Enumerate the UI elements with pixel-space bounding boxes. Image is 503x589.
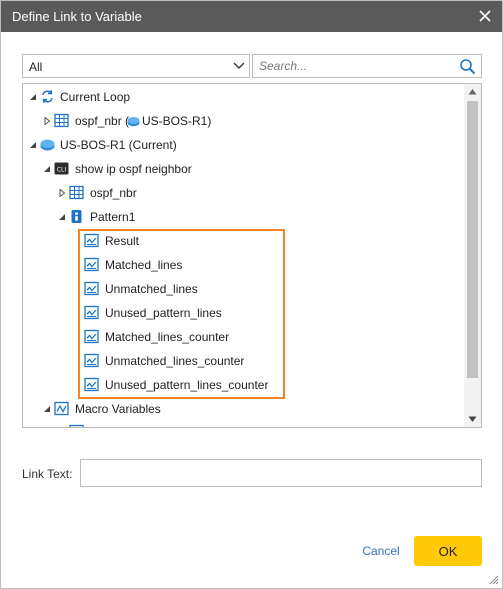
variable-tree[interactable]: Current Loop ospf_nbr ( US-BOS-R1) US-BO xyxy=(22,83,482,428)
collapse-arrow-icon[interactable] xyxy=(29,141,37,149)
tree-node-pattern[interactable]: Pattern1 xyxy=(23,207,463,227)
tree-node-label: ospf_nbr xyxy=(90,186,137,200)
pattern-icon xyxy=(71,210,82,223)
expand-arrow-icon[interactable] xyxy=(58,189,66,197)
tree-node-device[interactable]: US-BOS-R1 (Current) xyxy=(23,135,463,155)
tree-node-command[interactable]: CLI show ip ospf neighbor xyxy=(23,159,463,179)
router-icon xyxy=(40,139,55,151)
variable-icon xyxy=(69,424,84,427)
tree-node-device-label: US-BOS-R1) xyxy=(142,114,212,128)
loop-icon xyxy=(42,89,53,104)
tree-node-current-loop[interactable]: Current Loop xyxy=(23,87,463,107)
search-icon[interactable] xyxy=(459,58,476,75)
scrollbar-thumb[interactable] xyxy=(467,101,478,378)
expand-arrow-icon[interactable] xyxy=(43,117,51,125)
collapse-arrow-icon[interactable] xyxy=(29,93,37,101)
tree-node-loop-table[interactable]: ospf_nbr ( US-BOS-R1) xyxy=(23,111,463,131)
cancel-button[interactable]: Cancel xyxy=(356,537,406,565)
scroll-down-arrow-icon[interactable] xyxy=(468,416,477,423)
tree-node-label: US-BOS-R1 (Current) xyxy=(60,138,177,152)
link-text-label: Link Text: xyxy=(22,467,73,481)
router-icon xyxy=(127,117,140,127)
macro-icon xyxy=(54,401,69,416)
tree-node-label: show ip ospf neighbor xyxy=(75,162,192,176)
tree-node-label: Macro Variables xyxy=(75,402,161,416)
collapse-arrow-icon[interactable] xyxy=(58,213,66,221)
svg-text:CLI: CLI xyxy=(57,166,67,173)
tree-node-table[interactable]: ospf_nbr xyxy=(23,183,463,203)
dialog-title: Define Link to Variable xyxy=(12,9,142,24)
highlight-box xyxy=(78,229,285,399)
scope-dropdown[interactable]: All xyxy=(22,54,250,78)
link-text-input[interactable] xyxy=(80,459,482,487)
tree-node-label: Pattern1 xyxy=(90,210,136,224)
chevron-down-icon xyxy=(233,62,245,69)
resize-grip-icon[interactable] xyxy=(489,575,499,585)
tree-node-label: ospf_nbr ( xyxy=(75,114,130,128)
tree-node-macro-variables[interactable]: Macro Variables xyxy=(23,399,463,419)
table-icon xyxy=(54,113,69,128)
search-input[interactable] xyxy=(254,56,454,76)
tree-node-label: Current Loop xyxy=(60,90,131,104)
tree-scrollbar[interactable] xyxy=(464,84,481,427)
scroll-up-arrow-icon[interactable] xyxy=(468,88,477,95)
define-link-dialog: Define Link to Variable All Current Lo xyxy=(0,0,503,589)
search-box xyxy=(252,54,482,78)
title-bar[interactable]: Define Link to Variable xyxy=(1,1,502,32)
table-icon xyxy=(69,185,84,200)
ok-button[interactable]: OK xyxy=(414,536,482,566)
close-icon[interactable] xyxy=(474,5,496,27)
scope-dropdown-value: All xyxy=(29,60,43,74)
collapse-arrow-icon[interactable] xyxy=(43,405,51,413)
collapse-arrow-icon[interactable] xyxy=(43,165,51,173)
cli-icon: CLI xyxy=(54,162,69,175)
